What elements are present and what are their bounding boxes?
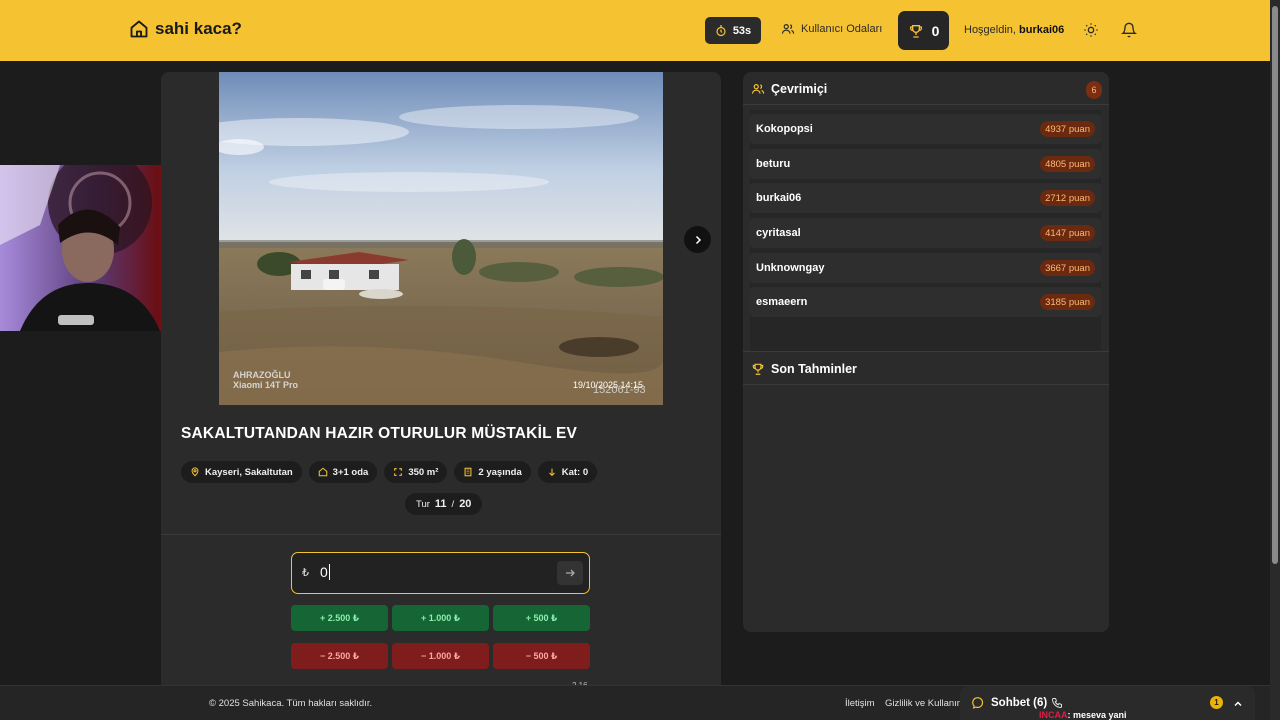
panel-divider (743, 351, 1109, 352)
subtract-1000-button[interactable]: − 1.000 ₺ (392, 643, 489, 669)
photo-watermark: AHRAZOĞLU Xiaomi 14T Pro (233, 370, 299, 390)
listing-title: SAKALTUTANDAN HAZIR OTURULUR MÜSTAKİL EV (181, 425, 578, 442)
chevron-right-icon (695, 235, 701, 244)
player-row[interactable]: cyritasal 4147 puan (750, 218, 1101, 248)
footer: © 2025 Sahikaca. Tüm hakları saklıdır. İ… (0, 685, 1270, 720)
player-row[interactable]: Unknowngay 3667 puan (750, 253, 1101, 283)
trophy-icon (752, 363, 764, 375)
welcome-text: Hoşgeldin, burkai06 (964, 24, 1064, 36)
logo[interactable]: sahi kaca? (129, 19, 242, 39)
player-row[interactable]: Kokopopsi 4937 puan (750, 114, 1101, 144)
next-photo-button[interactable] (684, 226, 711, 253)
user-rooms-label: Kullanıcı Odaları (801, 23, 883, 35)
subtract-2500-button[interactable]: − 2.500 ₺ (291, 643, 388, 669)
online-players-list: Kokopopsi 4937 puan beturu 4805 puan bur… (750, 110, 1101, 352)
chat-toggle-label[interactable]: Sohbet (6) (972, 696, 1047, 709)
top-header: sahi kaca? 53s Kullanıcı Odaları 0 Hoşge… (0, 0, 1270, 61)
floor-chip: Kat: 0 (537, 461, 598, 483)
bell-icon (1120, 22, 1138, 38)
listing-photo: AHRAZOĞLU Xiaomi 14T Pro 19/10/2025 14:1… (219, 72, 663, 405)
copyright-text: © 2025 Sahikaca. Tüm hakları saklıdır. (209, 698, 373, 709)
online-title: Çevrimiçi (771, 82, 828, 96)
online-count-badge: 6 (1086, 81, 1102, 99)
divider (161, 534, 721, 535)
users-icon (751, 84, 765, 94)
guess-value[interactable]: 0 (320, 564, 330, 580)
player-score-badge: 3185 puan (1040, 294, 1095, 310)
building-icon (464, 467, 472, 477)
user-rooms-link[interactable]: Kullanıcı Odaları (781, 22, 882, 36)
stopwatch-icon (716, 24, 726, 36)
panel-divider (743, 104, 1109, 105)
phone-icon (1051, 698, 1062, 709)
player-score-badge: 4147 puan (1040, 225, 1095, 241)
area-chip: 350 m² (384, 461, 448, 483)
arrow-right-icon (566, 569, 575, 577)
privacy-link[interactable]: Gizlilik ve Kullanım (885, 698, 960, 709)
location-chip: Kayseri, Sakaltutan (181, 461, 302, 483)
expand-icon (394, 468, 403, 476)
player-score-badge: 4805 puan (1040, 156, 1095, 172)
player-row[interactable]: esmaeern 3185 puan (750, 287, 1101, 317)
online-header: Çevrimiçi (751, 82, 827, 96)
add-500-button[interactable]: + 500 ₺ (493, 605, 590, 631)
chevron-up-icon (1234, 701, 1242, 707)
side-panel: Çevrimiçi 6 Kokopopsi 4937 puan beturu 4… (743, 72, 1109, 632)
home-logo-icon (130, 20, 148, 38)
subtract-500-button[interactable]: − 500 ₺ (493, 643, 590, 669)
player-score-badge: 2712 puan (1040, 190, 1095, 206)
listing-card: AHRAZOĞLU Xiaomi 14T Pro 19/10/2025 14:1… (161, 72, 721, 692)
chat-unread-badge: 1 (1210, 696, 1223, 709)
page-scrollbar[interactable] (1270, 0, 1280, 720)
listing-attributes: Kayseri, Sakaltutan 3+1 oda 350 m² 2 yaş… (181, 461, 598, 483)
username[interactable]: burkai06 (1019, 24, 1064, 36)
chat-bubble-icon (972, 697, 984, 709)
player-row[interactable]: burkai06 2712 puan (750, 183, 1101, 213)
player-score-badge: 4937 puan (1040, 121, 1095, 137)
add-2500-button[interactable]: + 2.500 ₺ (291, 605, 388, 631)
round-timer: 53s (705, 17, 761, 44)
recent-guesses-header: Son Tahminler (751, 362, 857, 376)
scrollbar-thumb[interactable] (1272, 6, 1278, 564)
logo-text: sahi kaca? (155, 19, 242, 38)
round-indicator: Tur 11 / 20 (405, 493, 483, 515)
chat-sender: INCAA (1039, 710, 1068, 720)
chat-expand-button[interactable] (1232, 697, 1244, 715)
trophy-icon (909, 24, 922, 38)
users-icon (781, 24, 795, 34)
sun-icon (1084, 23, 1098, 37)
currency-symbol: ₺ (302, 567, 309, 579)
notifications-button[interactable] (1120, 22, 1138, 43)
leaderboard-button[interactable]: 0 (898, 11, 949, 50)
player-score-badge: 3667 puan (1040, 260, 1095, 276)
panel-divider (743, 384, 1109, 385)
map-pin-icon (191, 467, 199, 477)
chat-bar[interactable]: Sohbet (6) INCAA: meseva yani 1 (960, 686, 1255, 720)
chat-last-message: INCAA: meseva yani (1039, 710, 1127, 720)
age-chip: 2 yaşında (454, 461, 531, 483)
theme-toggle-button[interactable] (1083, 22, 1099, 43)
timer-value: 53s (732, 24, 752, 37)
player-row[interactable]: beturu 4805 puan (750, 149, 1101, 179)
contact-link[interactable]: İletişim (845, 698, 875, 709)
home-icon (318, 467, 327, 477)
welcome-prefix: Hoşgeldin, (964, 24, 1016, 36)
price-guess-input[interactable]: ₺ 0 (291, 552, 590, 594)
arrow-down-icon (548, 468, 555, 477)
submit-guess-button[interactable] (557, 561, 583, 585)
rooms-chip: 3+1 oda (308, 461, 378, 483)
photo-id: 152061-93 (593, 384, 646, 396)
score-value: 0 (931, 22, 940, 39)
add-1000-button[interactable]: + 1.000 ₺ (392, 605, 489, 631)
recent-guesses-title: Son Tahminler (771, 362, 857, 376)
